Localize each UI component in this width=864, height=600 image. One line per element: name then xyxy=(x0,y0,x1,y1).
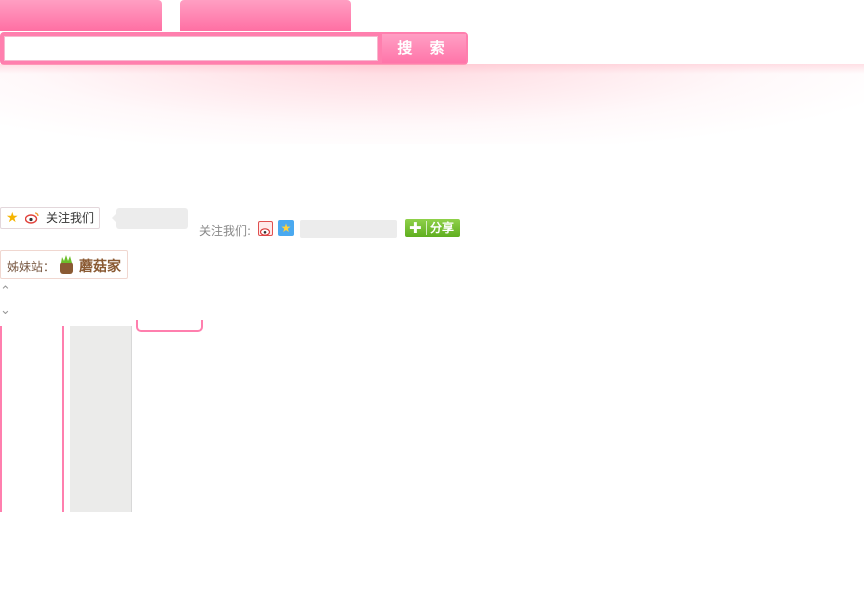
sister-site-name[interactable]: 蘑菇家 xyxy=(79,256,121,276)
follow-us-label: 关注我们 xyxy=(46,211,95,225)
small-pink-tab xyxy=(136,320,203,332)
weibo-icon xyxy=(25,212,39,224)
follow-us-box[interactable]: ★ 关注我们 xyxy=(0,207,100,229)
chevron-down-icon[interactable]: ⌄ xyxy=(0,304,11,317)
header-glow xyxy=(0,64,864,144)
search-input[interactable] xyxy=(4,36,378,61)
sister-site-box[interactable]: 姊妹站： 蘑菇家 xyxy=(0,250,128,279)
qzone-icon[interactable]: ★ xyxy=(278,220,294,236)
share-count-bar xyxy=(300,220,397,238)
top-tab-1[interactable] xyxy=(0,0,162,31)
search-button[interactable]: 搜 索 xyxy=(382,34,466,63)
sister-site-label: 姊妹站： xyxy=(7,260,56,274)
follower-count-bubble xyxy=(112,208,188,229)
search-bar: 搜 索 xyxy=(0,32,468,65)
sina-weibo-icon[interactable] xyxy=(258,221,273,236)
share-button[interactable]: ✚ 分享 xyxy=(405,219,460,237)
share-label: 分享 xyxy=(430,221,455,235)
share-divider xyxy=(426,221,427,235)
top-tab-2[interactable] xyxy=(180,0,351,31)
plus-icon: ✚ xyxy=(409,219,422,237)
mushroom-icon xyxy=(60,255,73,274)
chevron-up-icon[interactable]: ⌃ xyxy=(0,285,11,298)
follow-us-inline-label: 关注我们: xyxy=(199,224,252,238)
header-glow-edge xyxy=(0,64,864,74)
gray-panel xyxy=(70,326,132,512)
star-icon: ★ xyxy=(6,210,19,226)
left-panel xyxy=(0,326,64,512)
